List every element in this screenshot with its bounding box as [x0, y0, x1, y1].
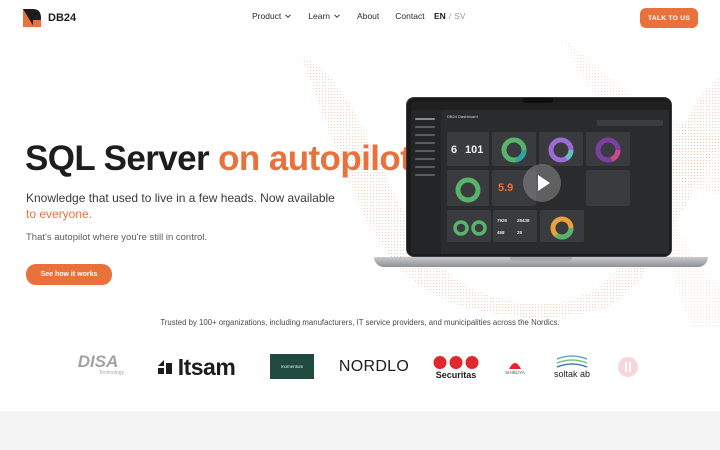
dashboard-title: DB24 Dashboard [447, 114, 478, 119]
nav-item-product[interactable]: Product [252, 11, 292, 21]
logo-nordlo: NORDLO [338, 354, 410, 380]
stat-right: 101 [465, 144, 484, 156]
mini-a: 7926 [497, 218, 508, 223]
brand-name: DB24 [48, 12, 77, 24]
logo-securitas-text: Securitas [435, 369, 477, 380]
logo-shibuya-text: SHIBUYA [505, 369, 525, 375]
nav-item-learn[interactable]: Learn [308, 11, 341, 21]
sidebar-item [415, 150, 435, 152]
donut-chart-icon [455, 177, 481, 203]
logo-securitas: Securitas [430, 352, 482, 382]
donut-card [586, 170, 630, 206]
logo-partial [616, 354, 640, 380]
main-nav: Product Learn About Contact [252, 11, 441, 21]
donut-card [540, 210, 584, 242]
donut-card [447, 170, 489, 206]
donut-chart-icon [453, 220, 487, 236]
subtitle-accent: to everyone. [26, 207, 93, 221]
gauge-value: 5.9 [498, 182, 514, 194]
see-how-it-works-button[interactable]: See how it works [26, 264, 112, 285]
chevron-down-icon [334, 14, 340, 19]
stat-left: 6 [451, 144, 458, 156]
donut-chart-icon [595, 137, 621, 163]
next-section-strip [0, 411, 720, 450]
donut-card [447, 210, 491, 242]
nav-item-about[interactable]: About [357, 11, 379, 21]
trust-statement: Trusted by 100+ organizations, including… [160, 318, 560, 327]
laptop-base-lip [510, 257, 572, 261]
donut-card [586, 132, 630, 166]
donut-card [539, 132, 583, 166]
logo-itsam: Itsam [144, 354, 248, 380]
hero-subtitle: Knowledge that used to live in a few hea… [26, 190, 346, 222]
donut-chart-icon [548, 137, 574, 163]
play-button-icon[interactable] [523, 164, 561, 202]
laptop-notch [523, 98, 553, 103]
sidebar-item [415, 166, 435, 168]
app-sidebar [411, 110, 441, 254]
sidebar-item [415, 118, 435, 120]
logo-disa: DISA Technology [72, 350, 124, 380]
sidebar-item [415, 158, 435, 160]
dashboard-video[interactable]: DB24 Dashboard 6 101 5.9 7926 28438 458 … [411, 102, 669, 254]
logo-soltak: soltak ab [548, 352, 596, 382]
mini-d: 28 [517, 230, 523, 235]
partial-logo-icon [618, 357, 638, 377]
donut-card [492, 132, 536, 166]
nav-item-label: About [357, 11, 380, 21]
itsam-mark-icon [157, 360, 172, 374]
hero-headline: SQL Server on autopilot_ [25, 139, 431, 178]
site-header: DB24 Product Learn About Contact EN / SV… [0, 0, 720, 36]
headline-main: SQL Server [25, 139, 219, 178]
subtitle-main: Knowledge that used to live in a few hea… [26, 191, 335, 205]
nav-item-label: Contact [395, 11, 425, 21]
talk-to-us-button[interactable]: TALK TO US [640, 8, 698, 28]
logo-itsam-text: Itsam [177, 353, 236, 380]
laptop-screen-frame: DB24 Dashboard 6 101 5.9 7926 28438 458 … [406, 97, 672, 257]
sidebar-item [415, 142, 435, 144]
donut-chart-icon [550, 216, 574, 240]
logo-nordlo-text: NORDLO [338, 358, 410, 375]
sidebar-item [415, 134, 435, 136]
sidebar-item [415, 174, 435, 176]
lang-separator: / [448, 11, 452, 21]
logo-momentum: momentum [270, 354, 314, 379]
logo-disa-sub: Technology [98, 370, 124, 376]
stat-card: 6 101 [447, 132, 489, 166]
lang-sv[interactable]: SV [454, 11, 465, 21]
logo-soltak-text: soltak ab [553, 369, 591, 379]
mini-c: 458 [497, 230, 505, 235]
language-switcher: EN / SV [434, 11, 466, 21]
app-topbar [411, 102, 669, 110]
mini-b: 28438 [517, 218, 530, 223]
nav-item-label: Product [252, 11, 282, 21]
securitas-dots-icon [433, 355, 479, 369]
nav-item-contact[interactable]: Contact [395, 11, 424, 21]
logo-momentum-text: momentum [280, 364, 304, 369]
shibuya-mark-icon [509, 362, 521, 369]
logo-disa-text: DISA [77, 352, 119, 371]
laptop-mockup: DB24 Dashboard 6 101 5.9 7926 28438 458 … [374, 97, 708, 273]
brand-logo[interactable]: DB24 [22, 8, 76, 28]
donut-chart-icon [501, 137, 527, 163]
lang-en[interactable]: EN [434, 11, 446, 21]
sidebar-item [415, 126, 435, 128]
numbers-card: 7926 28438 458 28 [493, 210, 537, 242]
db24-logo-icon [23, 9, 41, 27]
hero-subtitle-secondary: That's autopilot where you're still in c… [26, 232, 208, 243]
customer-logos: DISA Technology Itsam momentum NORDLO Se… [0, 348, 720, 388]
chevron-down-icon [285, 14, 292, 19]
logo-shibuya: SHIBUYA [502, 354, 528, 380]
nav-item-label: Learn [308, 11, 331, 21]
dashboard-filter [597, 120, 663, 126]
soltak-waves-icon [556, 355, 588, 368]
